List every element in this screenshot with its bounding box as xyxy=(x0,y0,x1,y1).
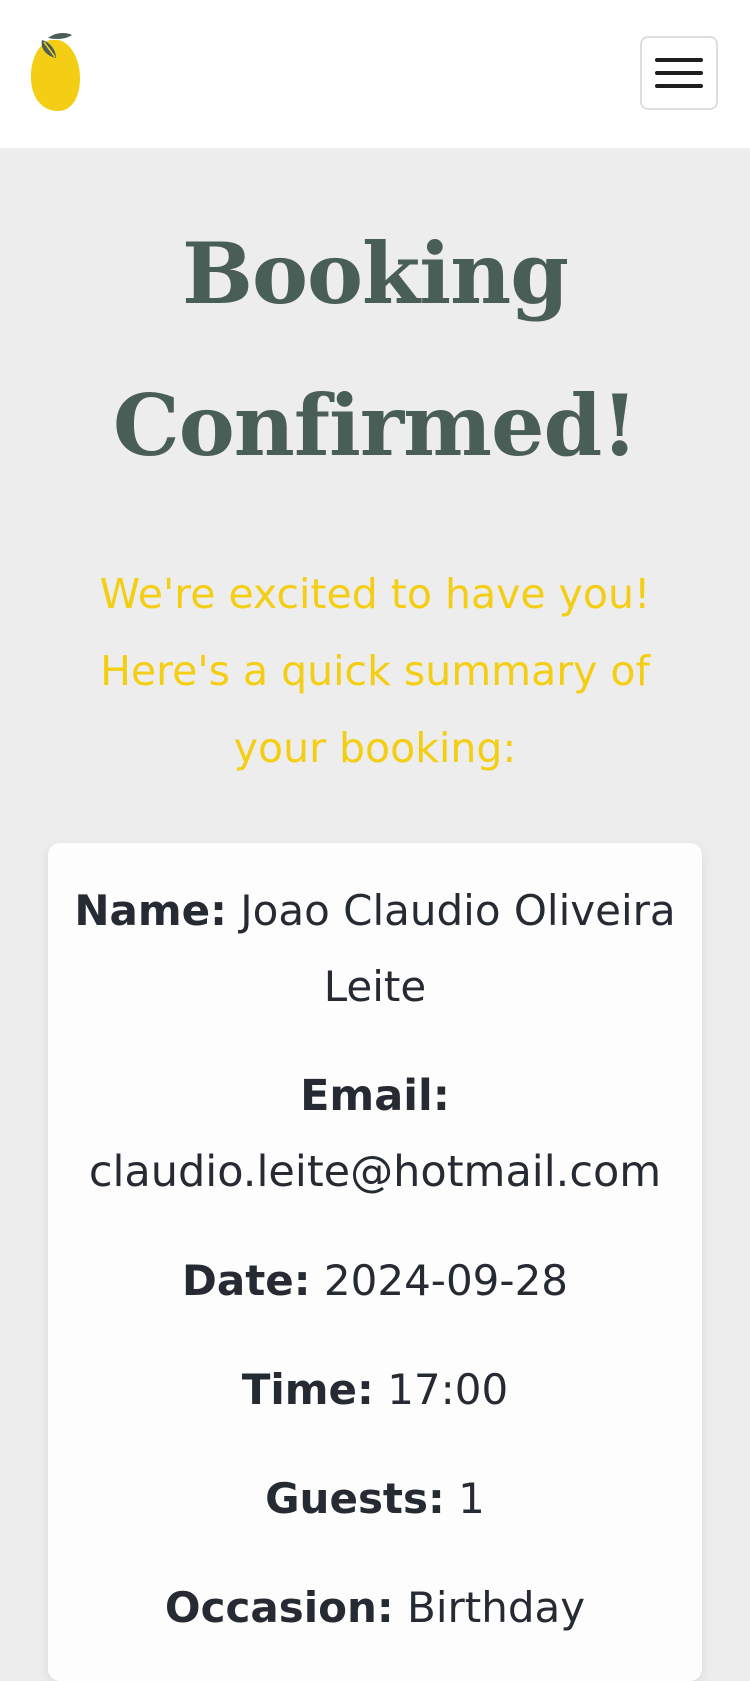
booking-occasion-row: Occasion: Birthday xyxy=(48,1570,702,1679)
booking-date-row: Date: 2024-09-28 xyxy=(48,1243,702,1352)
date-value: 2024-09-28 xyxy=(323,1256,569,1305)
confirmation-section: Booking Confirmed! We're excited to have… xyxy=(0,148,750,1681)
occasion-value: Birthday xyxy=(407,1583,586,1632)
booking-summary-card: Name: Joao Claudio Oliveira Leite Email:… xyxy=(48,843,702,1681)
hamburger-menu-button[interactable] xyxy=(640,36,718,110)
page-title: Booking Confirmed! xyxy=(112,224,638,475)
lemon-logo-icon[interactable] xyxy=(28,30,86,118)
name-value: Joao Claudio Oliveira Leite xyxy=(240,886,676,1011)
email-label: Email: xyxy=(300,1071,450,1121)
guests-label: Guests: xyxy=(265,1474,445,1523)
hamburger-menu-icon xyxy=(655,58,703,62)
occasion-label: Occasion: xyxy=(164,1583,394,1632)
hamburger-menu-icon xyxy=(655,71,703,75)
navbar xyxy=(0,0,750,148)
date-label: Date: xyxy=(181,1256,311,1305)
time-label: Time: xyxy=(241,1365,374,1414)
time-value: 17:00 xyxy=(387,1365,509,1414)
name-label: Name: xyxy=(74,886,227,935)
guests-value: 1 xyxy=(458,1474,485,1523)
booking-email-row: Email: claudio.leite@hotmail.com xyxy=(48,1058,702,1243)
hamburger-menu-icon xyxy=(655,84,703,88)
booking-guests-row: Guests: 1 xyxy=(48,1461,702,1570)
booking-name-row: Name: Joao Claudio Oliveira Leite xyxy=(48,873,702,1058)
booking-time-row: Time: 17:00 xyxy=(48,1352,702,1461)
confirmation-subtitle: We're excited to have you! Here's a quic… xyxy=(99,570,651,772)
email-value: claudio.leite@hotmail.com xyxy=(88,1147,662,1197)
